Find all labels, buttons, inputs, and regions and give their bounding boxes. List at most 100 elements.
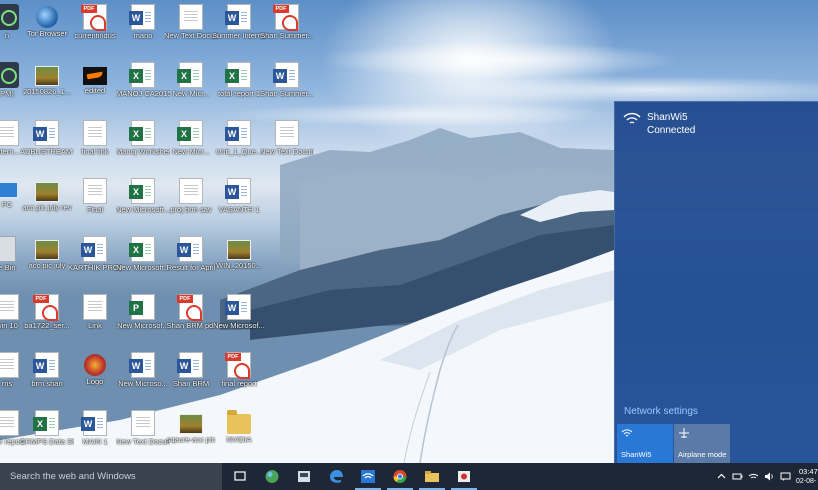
doc-file-icon <box>179 178 203 204</box>
wifi-tray-icon[interactable] <box>748 471 759 482</box>
desktop-icon[interactable]: New Microsoft... <box>116 236 170 292</box>
desktop-icon[interactable]: Link <box>68 294 122 350</box>
excel-file-icon <box>129 120 155 146</box>
desktop-icon[interactable]: WIN_20150... <box>212 236 266 292</box>
desktop-icon[interactable]: final report <box>212 352 266 408</box>
desktop-icon-label: Summer Internshi... <box>212 32 266 40</box>
desktop-icon[interactable]: Shan Summer... <box>260 62 314 118</box>
app-file-icon <box>0 4 19 30</box>
airplane-icon <box>679 428 689 438</box>
word-file-icon <box>177 236 203 262</box>
desktop-icon[interactable]: New Text Document <box>164 4 218 60</box>
task-view-button[interactable] <box>224 463 256 490</box>
media-button[interactable] <box>448 463 480 490</box>
edge-button[interactable] <box>320 463 352 490</box>
desktop-icon-label: New Micr... <box>172 148 210 156</box>
desktop-icon[interactable]: CRMPS Data Sheet <box>20 410 74 463</box>
excel-file-icon <box>177 120 203 146</box>
app-file-icon <box>0 62 19 88</box>
desktop-icon[interactable]: New Text Docum... <box>260 120 314 176</box>
browser-button[interactable] <box>256 463 288 490</box>
airplane-tile-label: Airplane mode <box>678 450 727 459</box>
desktop-icon[interactable]: New Microsof... <box>116 294 170 350</box>
desktop-icon[interactable]: Final <box>68 178 122 234</box>
desktop-icon[interactable]: 20150826_1... <box>20 62 74 118</box>
desktop-icon[interactable]: MAIN 1 <box>68 410 122 463</box>
desktop-icon-label: New Microsof... <box>213 322 265 330</box>
desktop-icon[interactable]: Result for April <box>164 236 218 292</box>
network-status: Connected <box>647 125 696 136</box>
doc-file-icon <box>0 352 19 378</box>
desktop-icon[interactable]: New Micr... <box>164 120 218 176</box>
word-file-icon <box>225 294 251 320</box>
word-file-icon <box>33 352 59 378</box>
store-button[interactable] <box>288 463 320 490</box>
desktop-icon[interactable]: Shan BRM <box>164 352 218 408</box>
desktop-icon[interactable]: VASANTH 1 <box>212 178 266 234</box>
desktop-icon-label: VASANTH 1 <box>218 206 260 214</box>
notifications-icon[interactable] <box>780 471 791 482</box>
clock-date[interactable]: 02-08- <box>796 478 816 485</box>
desktop-icon[interactable]: ba1722_ser... <box>20 294 74 350</box>
desktop-icon[interactable]: proj brm sav <box>164 178 218 234</box>
desktop-icon[interactable]: Manoj Worksheet <box>116 120 170 176</box>
desktop-icon[interactable]: total report 1 <box>212 62 266 118</box>
word-file-icon <box>33 120 59 146</box>
desktop-icon-label: total report 1 <box>217 90 261 98</box>
wifi-quick-action-tile[interactable]: ShanWi5 <box>617 424 673 463</box>
file-explorer-icon <box>425 471 439 482</box>
desktop-icon[interactable]: New Text Docum... <box>116 410 170 463</box>
edge-icon <box>330 470 343 483</box>
desktop-icon[interactable]: Unit_1_Que... <box>212 120 266 176</box>
desktop-icon[interactable]: acc pic july <box>20 236 74 292</box>
desktop-icon[interactable]: Shan Summer... <box>260 4 314 60</box>
battery-icon[interactable] <box>732 471 743 482</box>
wifi-icon <box>621 429 633 437</box>
desktop-icon[interactable]: sqaure-acc pic <box>164 410 218 463</box>
desktop-icon[interactable]: Logo <box>68 352 122 408</box>
pc-file-icon <box>0 181 19 199</box>
network-item-shanwi5[interactable]: ShanWi5 Connected <box>615 102 818 150</box>
airplane-mode-tile[interactable]: Airplane mode <box>674 424 730 463</box>
desktop-icon[interactable]: currentindus <box>68 4 122 60</box>
desktop-icon-label: NVIDIA <box>226 436 252 444</box>
desktop-icon-label: acc pic july <box>28 262 66 270</box>
desktop-icon[interactable]: NVIDIA <box>212 410 266 463</box>
desktop-icon[interactable]: Tor Browser <box>20 4 74 60</box>
desktop-icon[interactable]: MANOJ CA2015 <box>116 62 170 118</box>
desktop-icon[interactable]: edited <box>68 62 122 118</box>
word-file-icon <box>81 236 107 262</box>
clock-time[interactable]: 03:47 <box>799 467 818 476</box>
desktop-icon-label: currentindus <box>74 32 116 40</box>
chevron-up-icon[interactable] <box>716 471 727 482</box>
doc-file-icon <box>179 4 203 30</box>
desktop-icon[interactable]: Shan BRM pdf <box>164 294 218 350</box>
desktop-icon[interactable]: brm shan <box>20 352 74 408</box>
file-explorer-button[interactable] <box>416 463 448 490</box>
desktop-icon[interactable]: Summer Internshi... <box>212 4 266 60</box>
desktop-icon[interactable]: mano <box>116 4 170 60</box>
search-box[interactable]: Search the web and Windows <box>0 463 222 490</box>
desktop-icon-label: New Micr... <box>172 90 210 98</box>
media-icon <box>458 471 470 482</box>
wifi-app-button[interactable] <box>352 463 384 490</box>
chrome-button[interactable] <box>384 463 416 490</box>
desktop-icon[interactable]: ADBUSTREAM PROJECT <box>20 120 74 176</box>
desktop-icon[interactable]: final link <box>68 120 122 176</box>
desktop-icon-label: New Microsoft... <box>116 206 170 214</box>
pdf-file-icon <box>81 4 107 31</box>
excel-file-icon <box>129 236 155 262</box>
desktop-icon-label: Shan Summer... <box>260 32 314 40</box>
desktop-icon[interactable]: New Microsoft... <box>116 178 170 234</box>
volume-icon[interactable] <box>764 471 775 482</box>
desktop-icon[interactable]: New Microso... <box>116 352 170 408</box>
desktop-icon-label: Shan BRM pdf <box>166 322 216 330</box>
network-settings-link[interactable]: Network settings <box>624 406 698 417</box>
desktop-icon[interactable]: acc pic july rev <box>20 178 74 234</box>
word-file-icon <box>177 352 203 378</box>
desktop-icon[interactable]: KARTHIK PROJECT <box>68 236 122 292</box>
desktop-icon-label: Manoj Worksheet <box>116 148 170 156</box>
desktop-icon[interactable]: New Micr... <box>164 62 218 118</box>
wifi-app-icon <box>361 470 375 483</box>
desktop-icon[interactable]: New Microsof... <box>212 294 266 350</box>
